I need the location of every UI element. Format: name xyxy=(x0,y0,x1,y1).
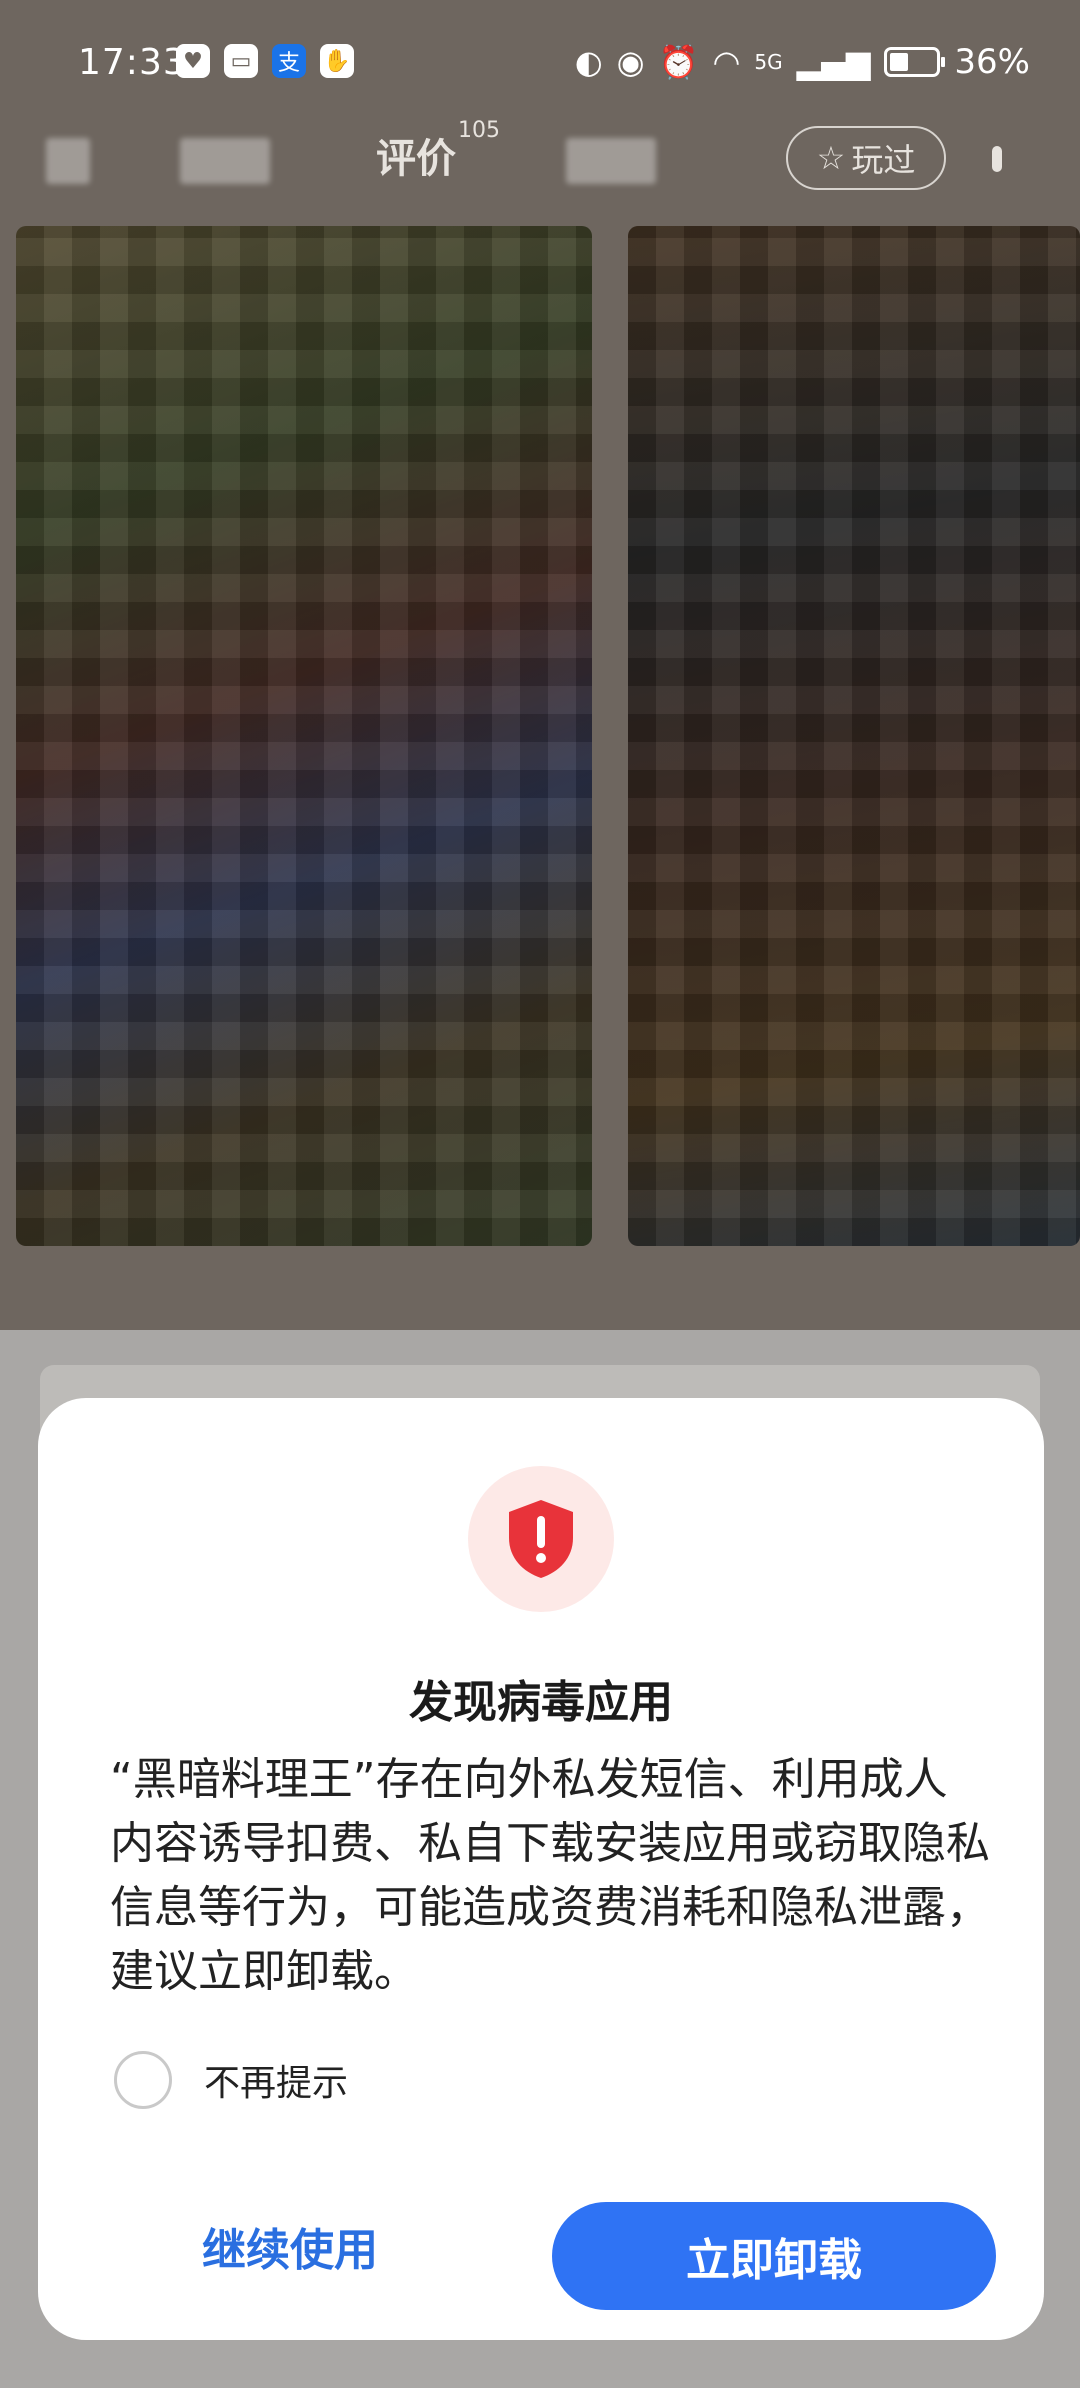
wifi-icon: ◠ xyxy=(712,43,741,81)
dont-remind-row[interactable]: 不再提示 xyxy=(114,2048,348,2112)
nfc-icon: ◐ xyxy=(574,43,603,81)
shield-warning-icon xyxy=(468,1466,614,1612)
tab-blurred xyxy=(566,138,656,184)
virus-warning-dialog: 发现病毒应用 “黑暗料理王”存在向外私发短信、利用成人内容诱导扣费、私自下载安装… xyxy=(38,1398,1044,2340)
hand-icon: ✋ xyxy=(320,44,354,78)
more-icon[interactable] xyxy=(992,146,1002,172)
eye-icon: ◉ xyxy=(616,43,645,81)
played-button-label: 玩过 xyxy=(851,141,916,179)
alarm-icon: ⏰ xyxy=(658,43,699,81)
network-type: 5G xyxy=(754,50,783,74)
star-icon: ☆ xyxy=(816,139,846,177)
status-bar: 17:33 ♥ ▭ 支 ✋ ◐ ◉ ⏰ ◠ 5G ▂▄▆ 36% xyxy=(0,0,1080,130)
continue-button[interactable]: 继续使用 xyxy=(130,2198,450,2294)
heart-icon: ♥ xyxy=(176,44,210,78)
alipay-icon: 支 xyxy=(272,44,306,78)
dont-remind-checkbox[interactable] xyxy=(114,2051,172,2109)
screenshot-1[interactable] xyxy=(16,226,592,1246)
uninstall-button[interactable]: 立即卸载 xyxy=(552,2202,996,2310)
played-button[interactable]: ☆ 玩过 xyxy=(786,126,946,190)
app-screenshots xyxy=(0,226,1080,1266)
system-icons: ◐ ◉ ⏰ ◠ 5G ▂▄▆ 36% xyxy=(575,42,1030,82)
bag-icon: ▭ xyxy=(224,44,258,78)
tab-blurred xyxy=(180,138,270,184)
signal-icon: ▂▄▆ xyxy=(796,43,871,81)
dont-remind-label: 不再提示 xyxy=(204,2063,349,2104)
notification-icons: ♥ ▭ 支 ✋ xyxy=(176,44,354,78)
shield-icon xyxy=(509,1500,573,1578)
screenshot-2[interactable] xyxy=(628,226,1080,1246)
tab-reviews-count: 105 xyxy=(458,118,500,143)
dialog-title: 发现病毒应用 xyxy=(409,1677,673,1728)
dialog-message: “黑暗料理王”存在向外私发短信、利用成人内容诱导扣费、私自下载安装应用或窃取隐私… xyxy=(110,1754,990,1997)
tab-reviews[interactable]: 评价 xyxy=(376,126,456,184)
battery-percent: 36% xyxy=(954,42,1030,82)
tab-blurred xyxy=(46,138,90,184)
battery-icon xyxy=(884,47,946,77)
status-time: 17:33 xyxy=(78,42,187,83)
